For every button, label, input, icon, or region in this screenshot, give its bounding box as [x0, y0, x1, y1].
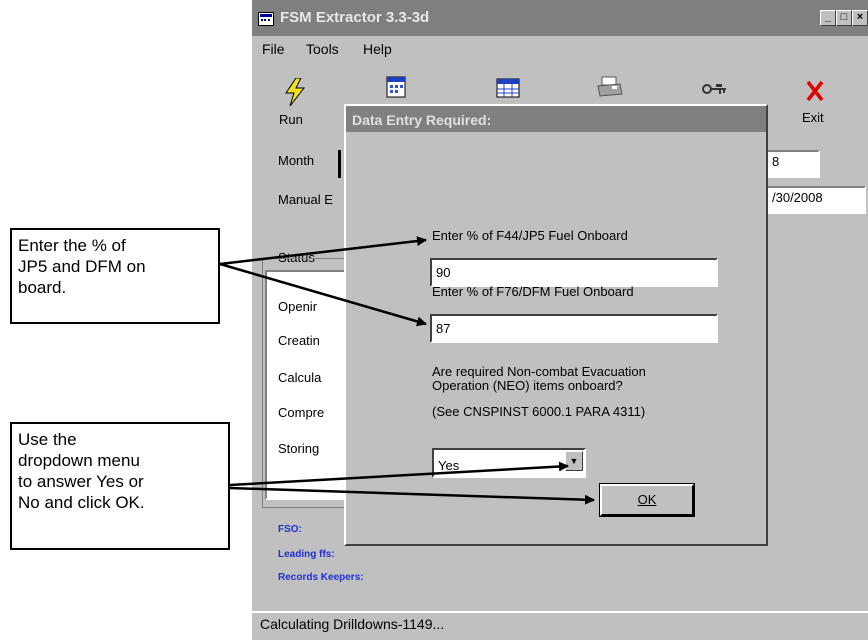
dropdown-callout-line-3: to answer Yes or: [18, 472, 144, 491]
close-button[interactable]: ×: [852, 10, 868, 26]
records-keepers-label: Records Keepers:: [278, 572, 364, 583]
exit-label: Exit: [802, 110, 824, 125]
neo-dropdown[interactable]: Yes ▼: [432, 448, 586, 478]
fuel-callout-line-1: Enter the % of: [18, 236, 126, 255]
neo-reference: (See CNSPINST 6000.1 PARA 4311): [432, 404, 646, 419]
dialog-title-bar[interactable]: Data Entry Required:: [346, 106, 766, 132]
dropdown-callout: Use the dropdown menu to answer Yes or N…: [10, 422, 230, 550]
dropdown-callout-line-4: No and click OK.: [18, 493, 145, 512]
app-icon: [258, 12, 274, 26]
month-end-value: 8: [772, 154, 780, 169]
ok-label: OK: [637, 492, 657, 507]
menu-tools[interactable]: Tools: [306, 41, 339, 57]
key-icon[interactable]: [702, 82, 728, 96]
lightning-icon: [285, 78, 306, 106]
menu-help[interactable]: Help: [363, 41, 392, 57]
window-title: FSM Extractor 3.3-3d: [280, 9, 430, 26]
month-label: Month: [278, 153, 315, 168]
date-value: /30/2008: [772, 190, 823, 205]
ok-button[interactable]: OK: [600, 484, 694, 516]
neo-question-line-2: Operation (NEO) items onboard?: [432, 378, 623, 393]
status-bar-text: Calculating Drilldowns-1149...: [260, 616, 445, 632]
fso-label: FSO:: [278, 524, 302, 535]
jp5-percent-input[interactable]: [430, 258, 718, 287]
fuel-callout-line-2: JP5 and DFM on: [18, 257, 146, 276]
month-end-field[interactable]: 8: [766, 150, 820, 178]
dialog-title: Data Entry Required:: [352, 112, 492, 128]
menu-file[interactable]: File: [262, 41, 285, 57]
leading-label: Leading ffs:: [278, 549, 335, 560]
fuel-callout-line-3: board.: [18, 278, 67, 297]
manual-label: Manual E: [278, 192, 333, 207]
status-item-calculating: Calcula: [278, 370, 322, 385]
status-item-opening: Openir: [278, 299, 318, 314]
run-label: Run: [279, 112, 303, 127]
chevron-down-icon[interactable]: ▼: [565, 451, 583, 471]
fuel-callout: Enter the % of JP5 and DFM on board.: [10, 228, 220, 324]
jp5-label: Enter % of F44/JP5 Fuel Onboard: [432, 228, 628, 243]
dfm-label: Enter % of F76/DFM Fuel Onboard: [432, 284, 634, 299]
neo-question-line-1: Are required Non-combat Evacuation: [432, 364, 646, 379]
maximize-button[interactable]: □: [836, 10, 852, 26]
calendar-icon[interactable]: [386, 76, 406, 98]
menu-bar: [252, 36, 868, 62]
status-item-creating: Creatin: [278, 333, 320, 348]
table-icon[interactable]: [496, 78, 520, 98]
minimize-button[interactable]: _: [820, 10, 836, 26]
date-field[interactable]: /30/2008: [766, 186, 866, 214]
dropdown-callout-line-2: dropdown menu: [18, 451, 140, 470]
data-entry-dialog: Data Entry Required: Enter % of F44/JP5 …: [344, 104, 768, 546]
printer-icon[interactable]: [596, 76, 624, 98]
status-item-compressing: Compre: [278, 405, 325, 420]
exit-button[interactable]: Exit: [800, 76, 834, 136]
exit-x-icon: [806, 80, 824, 102]
dropdown-callout-line-1: Use the: [18, 430, 77, 449]
status-item-storing: Storing: [278, 441, 320, 456]
dfm-percent-input[interactable]: [430, 314, 718, 343]
run-button[interactable]: Run: [278, 76, 312, 136]
title-bar[interactable]: FSM Extractor 3.3-3d _ □ ×: [252, 0, 868, 36]
neo-dropdown-value: Yes: [438, 458, 460, 473]
month-field-edge: [338, 150, 341, 178]
